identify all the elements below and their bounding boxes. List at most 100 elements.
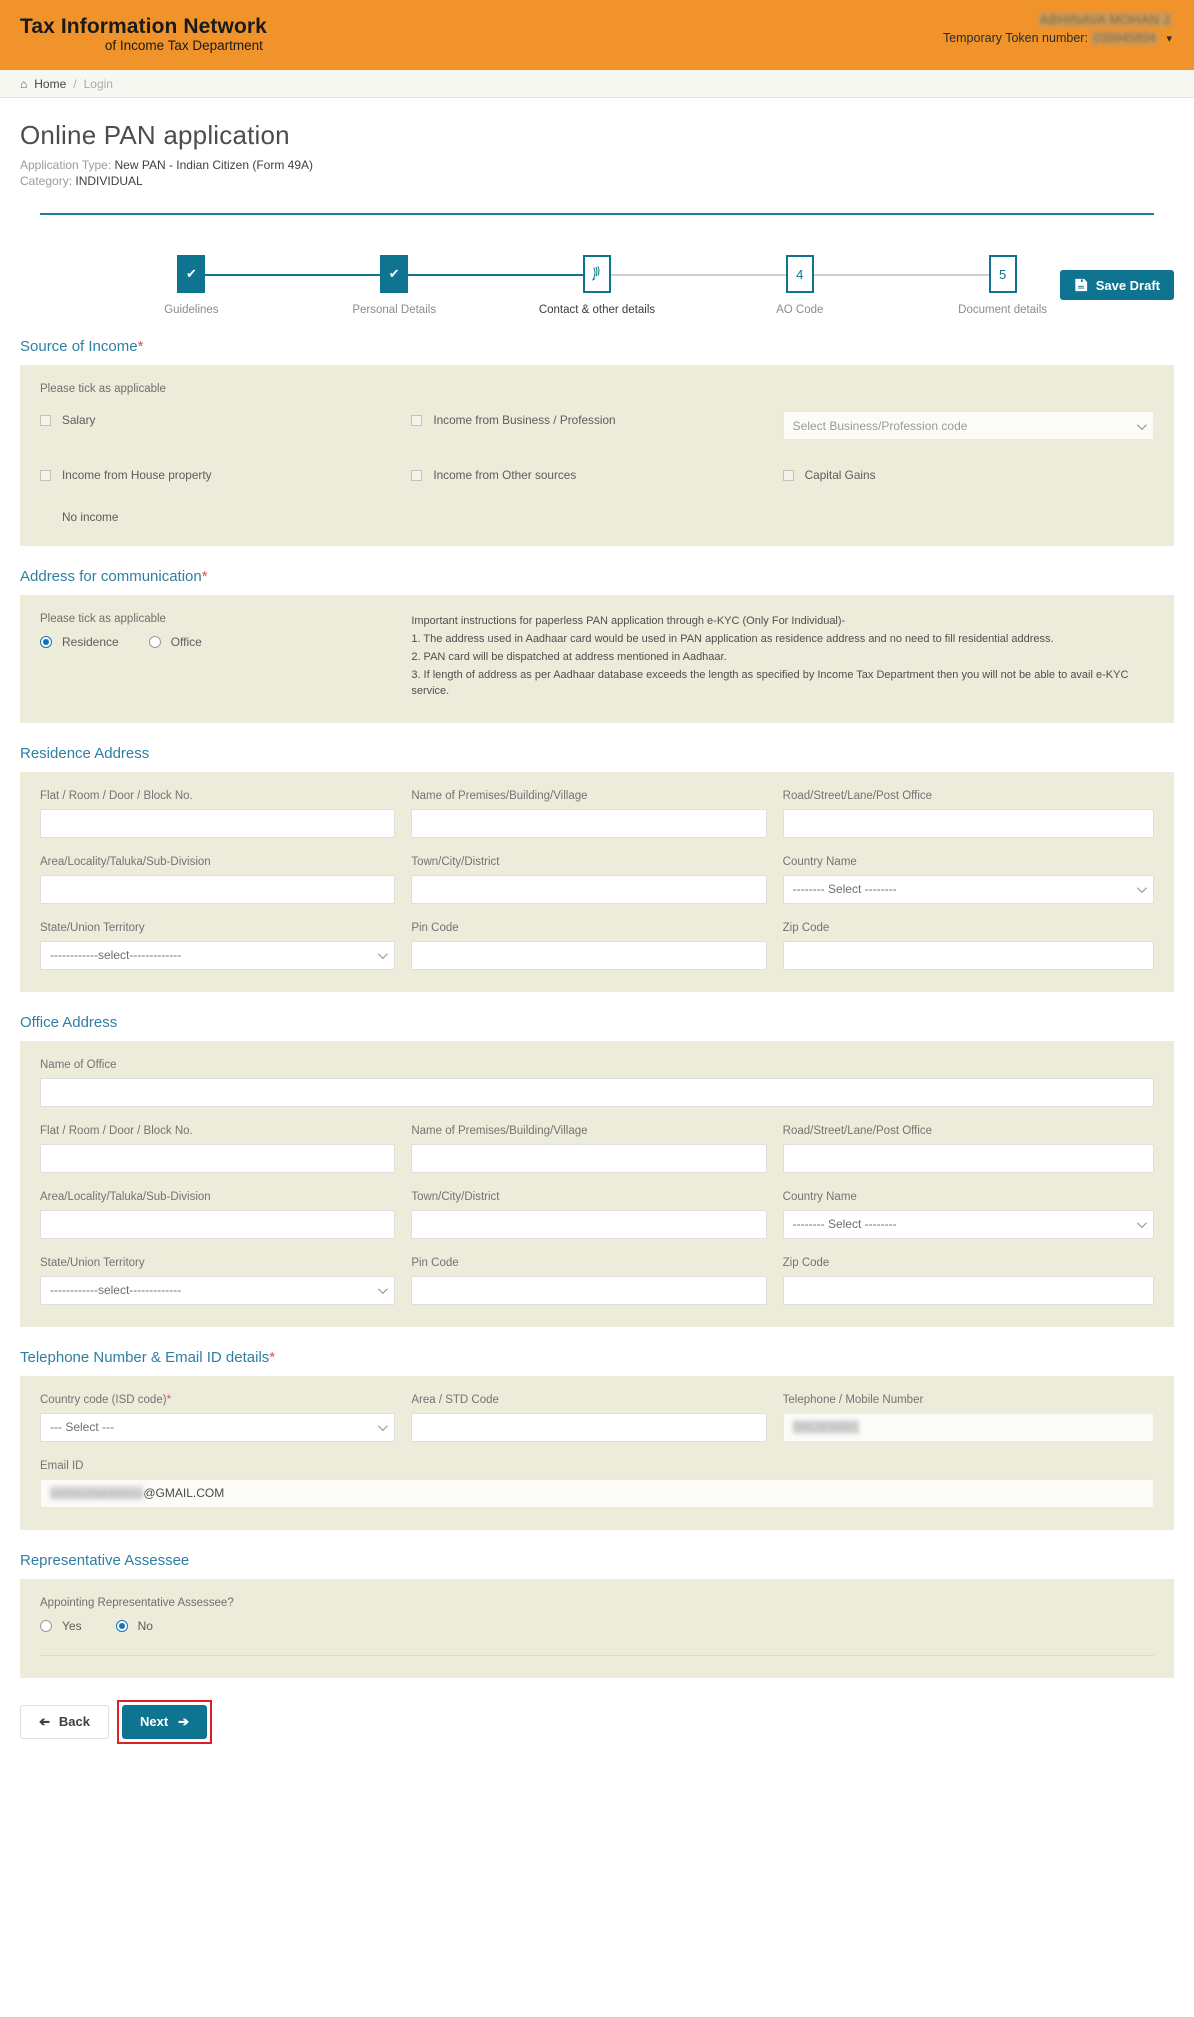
field-label: Telephone / Mobile Number: [782, 1393, 924, 1406]
residence-state-select[interactable]: ------------select-------------: [40, 940, 396, 970]
field-label: Country Name: [782, 1190, 857, 1203]
required-asterisk: *: [201, 568, 208, 586]
field-label: Name of Office: [40, 1058, 117, 1071]
field-label: State/Union Territory: [40, 1256, 145, 1269]
std-code-input[interactable]: [411, 1412, 767, 1442]
income-options-grid: Salary Income from Business / Profession…: [40, 411, 1154, 524]
step-connector: [204, 274, 382, 277]
category-value: INDIVIDUAL: [75, 174, 143, 189]
step-personal-details[interactable]: ✔ Personal Details: [204, 255, 496, 317]
user-name: ABHINAVA MOHAN J: [1037, 12, 1172, 27]
source-of-income-heading: Source of Income*: [20, 338, 1174, 355]
field-residence-pin: Pin Code: [411, 922, 782, 970]
token-value: 039945804: [1091, 31, 1158, 45]
step-marker: [582, 255, 611, 294]
step-marker: 4: [785, 255, 814, 294]
title-divider: [40, 213, 1154, 216]
breadcrumb: ⌂ Home / Login: [0, 70, 1194, 98]
step-document-details[interactable]: 5 Document details: [812, 255, 1104, 316]
office-pin-input[interactable]: [411, 1275, 767, 1305]
office-name-input[interactable]: [40, 1077, 1154, 1107]
step-ao-code[interactable]: 4 AO Code: [610, 255, 901, 317]
next-label: Next: [139, 1714, 169, 1730]
residence-address-heading: Residence Address: [20, 744, 150, 762]
step-number: 5: [998, 266, 1007, 282]
application-type-value: New PAN - Indian Citizen (Form 49A): [114, 158, 314, 172]
select-value: --- Select ---: [50, 1420, 114, 1435]
residence-flat-input[interactable]: [40, 808, 396, 838]
isd-code-select[interactable]: --- Select ---: [40, 1412, 396, 1442]
chevron-down-icon[interactable]: ▾: [1166, 33, 1172, 45]
office-state-select[interactable]: ------------select-------------: [40, 1275, 396, 1305]
checkbox-salary[interactable]: Salary: [40, 411, 411, 429]
office-country-select[interactable]: -------- Select --------: [782, 1209, 1154, 1239]
step-number: 4: [796, 266, 804, 282]
residence-town-input[interactable]: [411, 874, 767, 904]
field-residence-state: State/Union Territory ------------select…: [40, 922, 411, 970]
office-premises-input[interactable]: [411, 1143, 767, 1173]
step-label: Contact & other details: [538, 304, 656, 317]
next-button[interactable]: Next ➔: [121, 1704, 208, 1739]
checkbox-income-other-sources[interactable]: Income from Other sources: [411, 466, 782, 484]
field-office-pin: Pin Code: [411, 1257, 782, 1305]
category-label: Category:: [20, 174, 73, 189]
office-town-input[interactable]: [411, 1209, 767, 1239]
step-connector: [610, 274, 787, 277]
business-profession-code-select[interactable]: Select Business/Profession code: [782, 411, 1154, 441]
step-label: Personal Details: [352, 304, 437, 317]
field-office-town: Town/City/District: [411, 1191, 782, 1239]
office-road-input[interactable]: [782, 1143, 1154, 1173]
temporary-token: Temporary Token number: 039945804 ▾: [943, 31, 1172, 45]
residence-zip-input[interactable]: [782, 940, 1154, 970]
step-label: AO Code: [776, 304, 824, 317]
email-local-part: vishnucharanmvv: [50, 1486, 144, 1501]
required-asterisk: *: [166, 1393, 172, 1406]
back-button[interactable]: ➔l Back: [20, 1704, 109, 1739]
step-marker: ✔: [380, 255, 409, 294]
user-menu[interactable]: ABHINAVA MOHAN J Temporary Token number:…: [943, 12, 1172, 45]
representative-assessee-radio-group: Yes No: [40, 1619, 1154, 1633]
radio-representative-yes[interactable]: Yes: [40, 1619, 82, 1633]
select-value: ------------select-------------: [50, 948, 182, 963]
residence-road-input[interactable]: [782, 808, 1154, 838]
radio-office[interactable]: Office: [148, 635, 202, 649]
checkbox-income-business-profession[interactable]: Income from Business / Profession: [411, 411, 782, 429]
step-guidelines[interactable]: ✔ Guidelines: [90, 255, 293, 316]
field-label: Country code (ISD code)*: [40, 1394, 395, 1406]
field-label: Name of Premises/Building/Village: [411, 1124, 588, 1137]
telephone-number-input[interactable]: 9962838891: [782, 1412, 1154, 1442]
radio-representative-no[interactable]: No: [115, 1619, 153, 1633]
chevron-down-icon: [378, 1284, 389, 1295]
chevron-down-icon: [1136, 420, 1147, 430]
radio-dot-icon: [148, 636, 161, 649]
chevron-down-icon: [1136, 883, 1147, 894]
residence-premises-input[interactable]: [411, 808, 767, 838]
chevron-down-icon: [378, 1421, 389, 1432]
checkbox-no-income-label[interactable]: No income: [40, 510, 411, 524]
residence-country-select[interactable]: -------- Select --------: [782, 874, 1154, 904]
office-flat-input[interactable]: [40, 1143, 396, 1173]
field-office-country: Country Name -------- Select --------: [782, 1190, 1154, 1239]
residence-pin-input[interactable]: [411, 940, 767, 970]
field-label: Area / STD Code: [411, 1393, 499, 1406]
checkbox-capital-gains[interactable]: Capital Gains: [782, 466, 1154, 484]
office-address-heading: Office Address: [20, 1013, 118, 1031]
office-zip-input[interactable]: [782, 1275, 1154, 1305]
checkbox-income-house-property[interactable]: Income from House property: [40, 466, 411, 484]
pen-icon: [589, 265, 604, 284]
field-label: Email ID: [40, 1459, 84, 1472]
field-label: Zip Code: [782, 921, 830, 934]
breadcrumb-home[interactable]: Home: [34, 77, 66, 91]
residence-area-input[interactable]: [40, 874, 396, 904]
radio-dot-icon: [115, 1619, 128, 1632]
telephone-number-value: 9962838891: [792, 1420, 860, 1435]
office-area-input[interactable]: [40, 1209, 396, 1239]
field-std-code: Area / STD Code: [411, 1394, 782, 1442]
arrow-left-icon: ➔l: [39, 1713, 50, 1729]
ekyc-instructions: Important instructions for paperless PAN…: [411, 613, 1154, 701]
field-label: Zip Code: [782, 1256, 830, 1269]
step-contact-other-details[interactable]: Contact & other details: [407, 255, 699, 317]
radio-residence[interactable]: Residence: [40, 635, 119, 649]
email-domain-part: @GMAIL.COM: [143, 1486, 225, 1501]
email-id-input[interactable]: vishnucharanmvv @GMAIL.COM: [40, 1478, 1154, 1508]
